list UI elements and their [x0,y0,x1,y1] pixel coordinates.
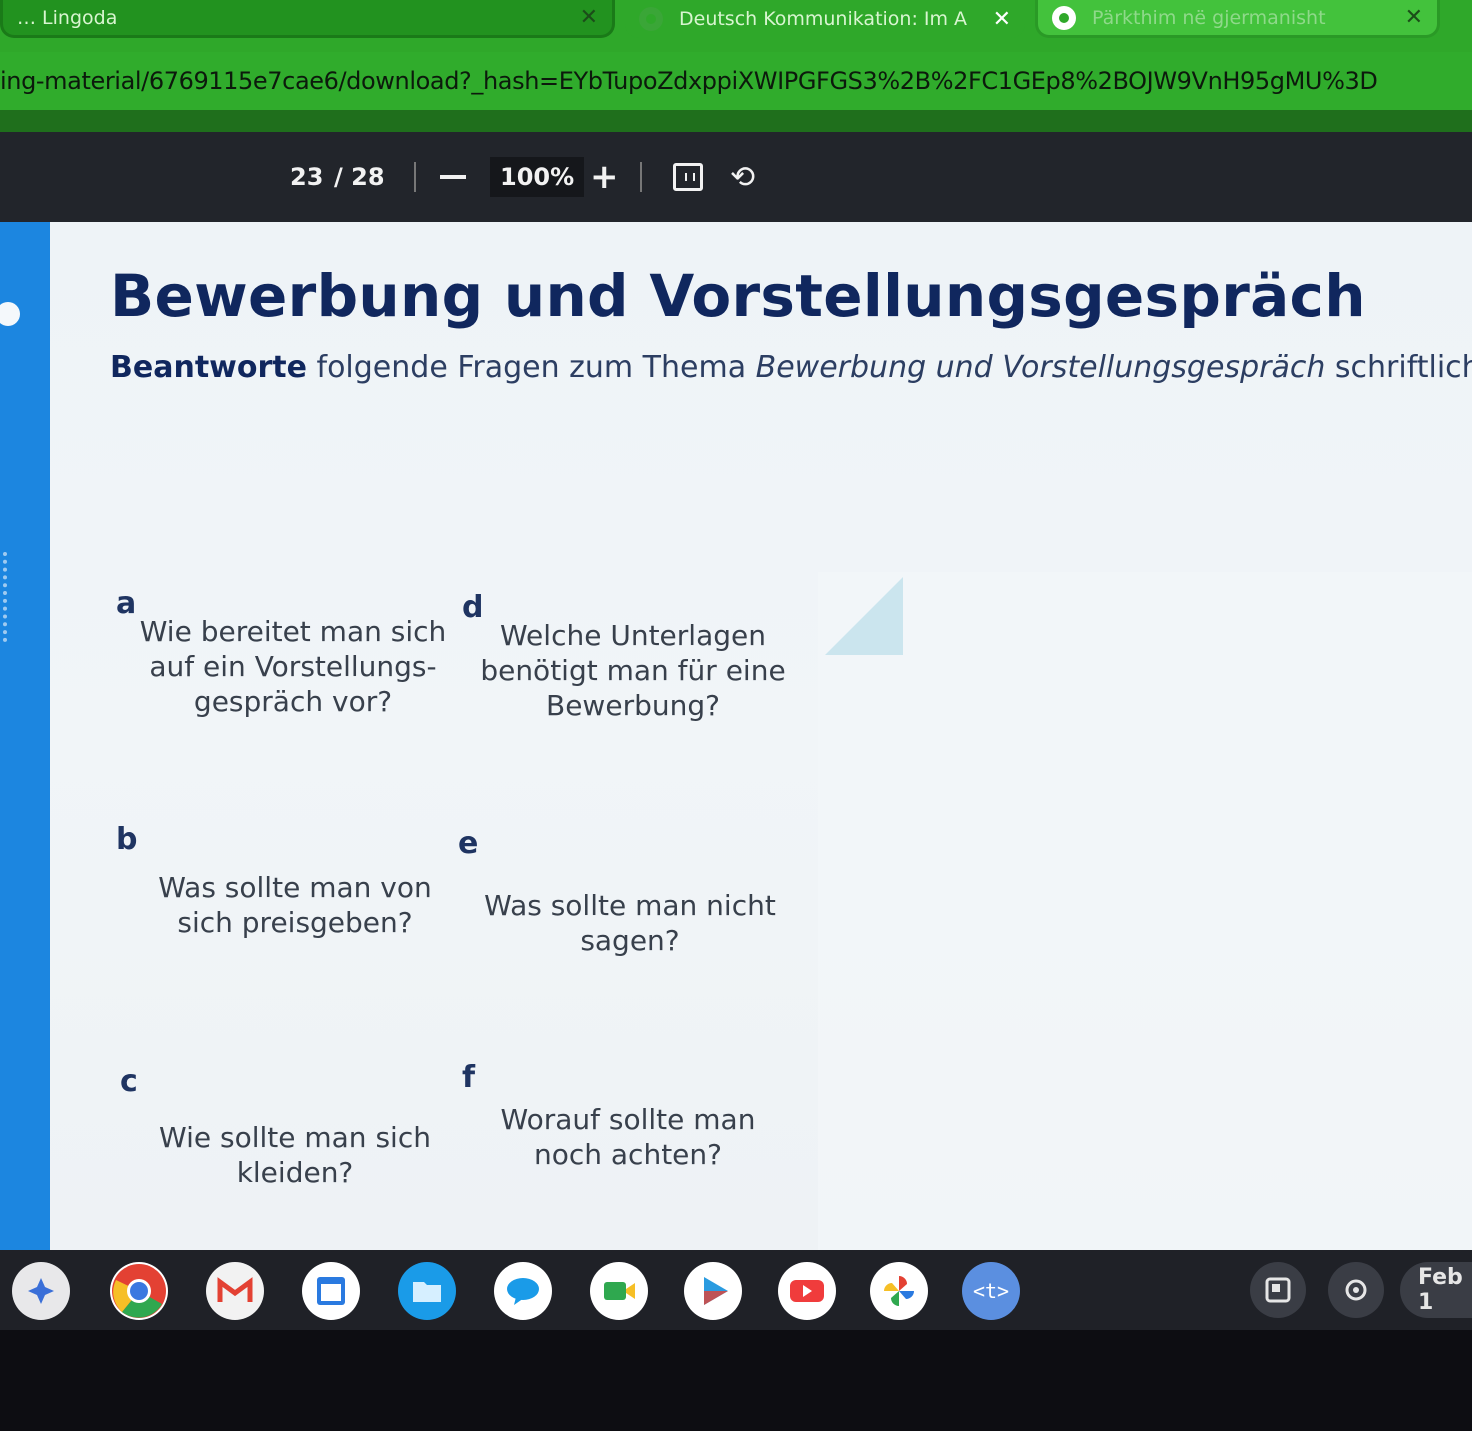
zoom-level-input[interactable]: 100% [490,157,585,197]
instruction-part: folgende Fragen zum Thema [316,350,747,385]
question-letter-e: e [458,826,479,861]
favicon-icon [1052,5,1076,30]
browser-tab[interactable]: Pärkthim në gjermanisht ✕ [1035,0,1440,38]
question-letter-f: f [462,1060,476,1095]
address-bar[interactable]: ing-material/6769115e7cae6/download?_has… [0,52,1472,110]
zoom-out-icon[interactable] [440,175,466,179]
tab-title: … Lingoda [17,6,118,29]
question-b: Was sollte man von sich preisgeben? [158,871,432,939]
page-title: Bewerbung und Vorstellungsgespräch [110,262,1366,330]
meet-icon[interactable] [590,1262,648,1320]
gmail-icon[interactable] [206,1262,264,1320]
decorative-triangle [825,577,903,655]
close-icon[interactable]: ✕ [580,5,598,30]
question-d: Welche Unterlagen benötigt man für eine … [480,619,786,722]
files-icon[interactable] [398,1262,456,1320]
launcher-icon[interactable] [12,1262,70,1320]
question-f: Worauf sollte man noch achten? [500,1103,756,1171]
page-side-strip [0,222,50,1250]
browser-tab-active[interactable]: Deutsch Kommunikation: Im A ✕ [625,0,1025,38]
rotate-icon[interactable]: ⟲ [730,160,755,195]
youtube-icon[interactable] [778,1262,836,1320]
calendar-icon[interactable] [302,1262,360,1320]
instruction-bold: Beantworte [110,350,307,385]
tab-title: Pärkthim në gjermanisht [1092,6,1326,29]
close-icon[interactable]: ✕ [1405,5,1423,30]
question-c: Wie sollte man sich kleiden? [159,1121,431,1189]
question-a: Wie bereitet man sich auf ein Vorstellun… [139,615,447,718]
tab-strip: … Lingoda ✕ Deutsch Kommunikation: Im A … [0,0,1472,52]
close-icon[interactable]: ✕ [993,7,1011,32]
screen-capture-icon[interactable] [1250,1262,1306,1318]
date-display[interactable]: Feb 1 [1400,1262,1472,1318]
question-letter-b: b [116,822,138,857]
svg-text:<t>: <t> [973,1279,1009,1303]
pdf-page: Bewerbung und Vorstellungsgespräch Beant… [50,222,1472,1252]
toolbar-separator [414,162,416,192]
question-e: Was sollte man nicht sagen? [484,889,776,957]
question-letter-c: c [120,1064,138,1099]
toolbar-divider [0,110,1472,132]
page-total: / 28 [334,163,385,191]
browser-tab[interactable]: … Lingoda ✕ [0,0,615,38]
code-icon[interactable]: <t> [962,1262,1020,1320]
background-panel [818,572,1472,1252]
document-viewport: Bewerbung und Vorstellungsgespräch Beant… [0,222,1472,1252]
play-store-icon[interactable] [684,1262,742,1320]
chrome-icon[interactable] [110,1262,168,1320]
desk-background [0,1330,1472,1431]
zoom-in-icon[interactable]: + [590,157,619,197]
record-icon[interactable] [1328,1262,1384,1318]
side-dot [0,302,20,326]
fit-to-page-icon[interactable] [673,163,703,191]
photos-icon[interactable] [870,1262,928,1320]
tab-title: Deutsch Kommunikation: Im A [679,8,968,30]
side-decoration [3,552,19,642]
instruction-text: Beantworte folgende Fragen zum Thema Bew… [110,350,1472,385]
messages-icon[interactable] [494,1262,552,1320]
page-number-input[interactable]: 23 [290,163,323,191]
pdf-toolbar: 23 / 28 100% + ⟲ [0,132,1472,222]
toolbar-separator [640,162,642,192]
url-text[interactable]: ing-material/6769115e7cae6/download?_has… [0,67,1378,95]
favicon-icon [639,7,663,31]
instruction-italic: Bewerbung und Vorstellungsgespräch [755,350,1326,385]
instruction-part: schriftlich! [1334,350,1472,385]
